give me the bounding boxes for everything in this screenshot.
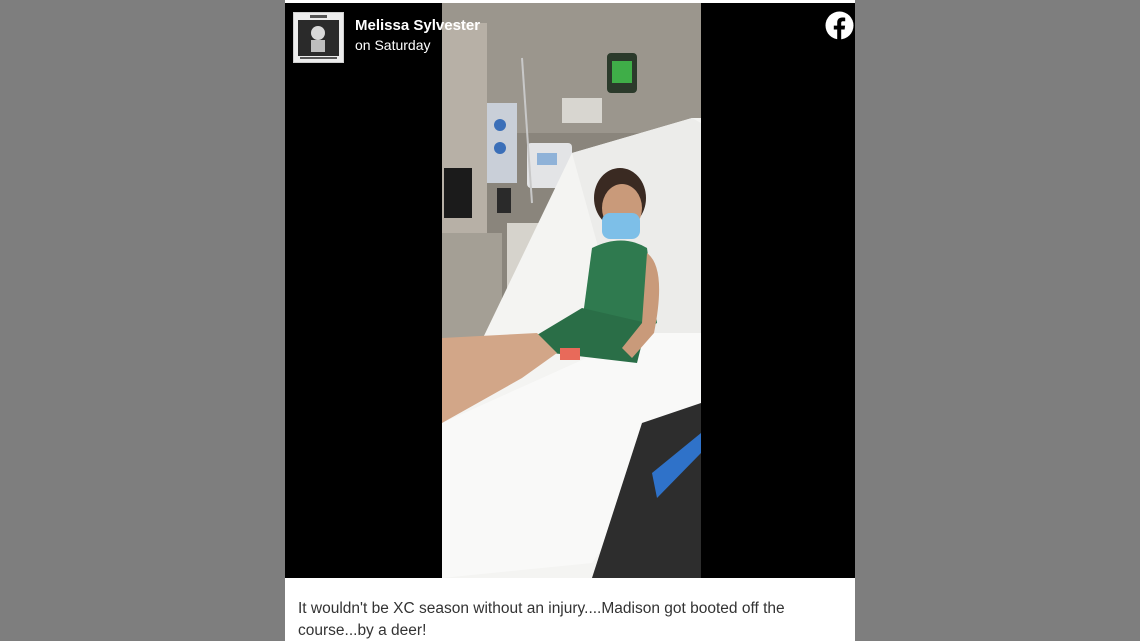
facebook-icon[interactable] xyxy=(825,11,854,40)
author-avatar[interactable] xyxy=(293,12,344,63)
post-caption: It wouldn't be XC season without an inju… xyxy=(298,600,785,639)
post-header: Melissa Sylvester on Saturday xyxy=(293,12,480,63)
profile-picture-icon xyxy=(294,13,343,62)
author-info: Melissa Sylvester on Saturday xyxy=(355,17,480,54)
post-timestamp[interactable]: on Saturday xyxy=(355,36,480,54)
author-name[interactable]: Melissa Sylvester xyxy=(355,17,480,35)
facebook-post-embed: Melissa Sylvester on Saturday It wouldn'… xyxy=(285,0,855,641)
hospital-photo xyxy=(442,3,701,578)
post-photo[interactable] xyxy=(285,3,855,578)
